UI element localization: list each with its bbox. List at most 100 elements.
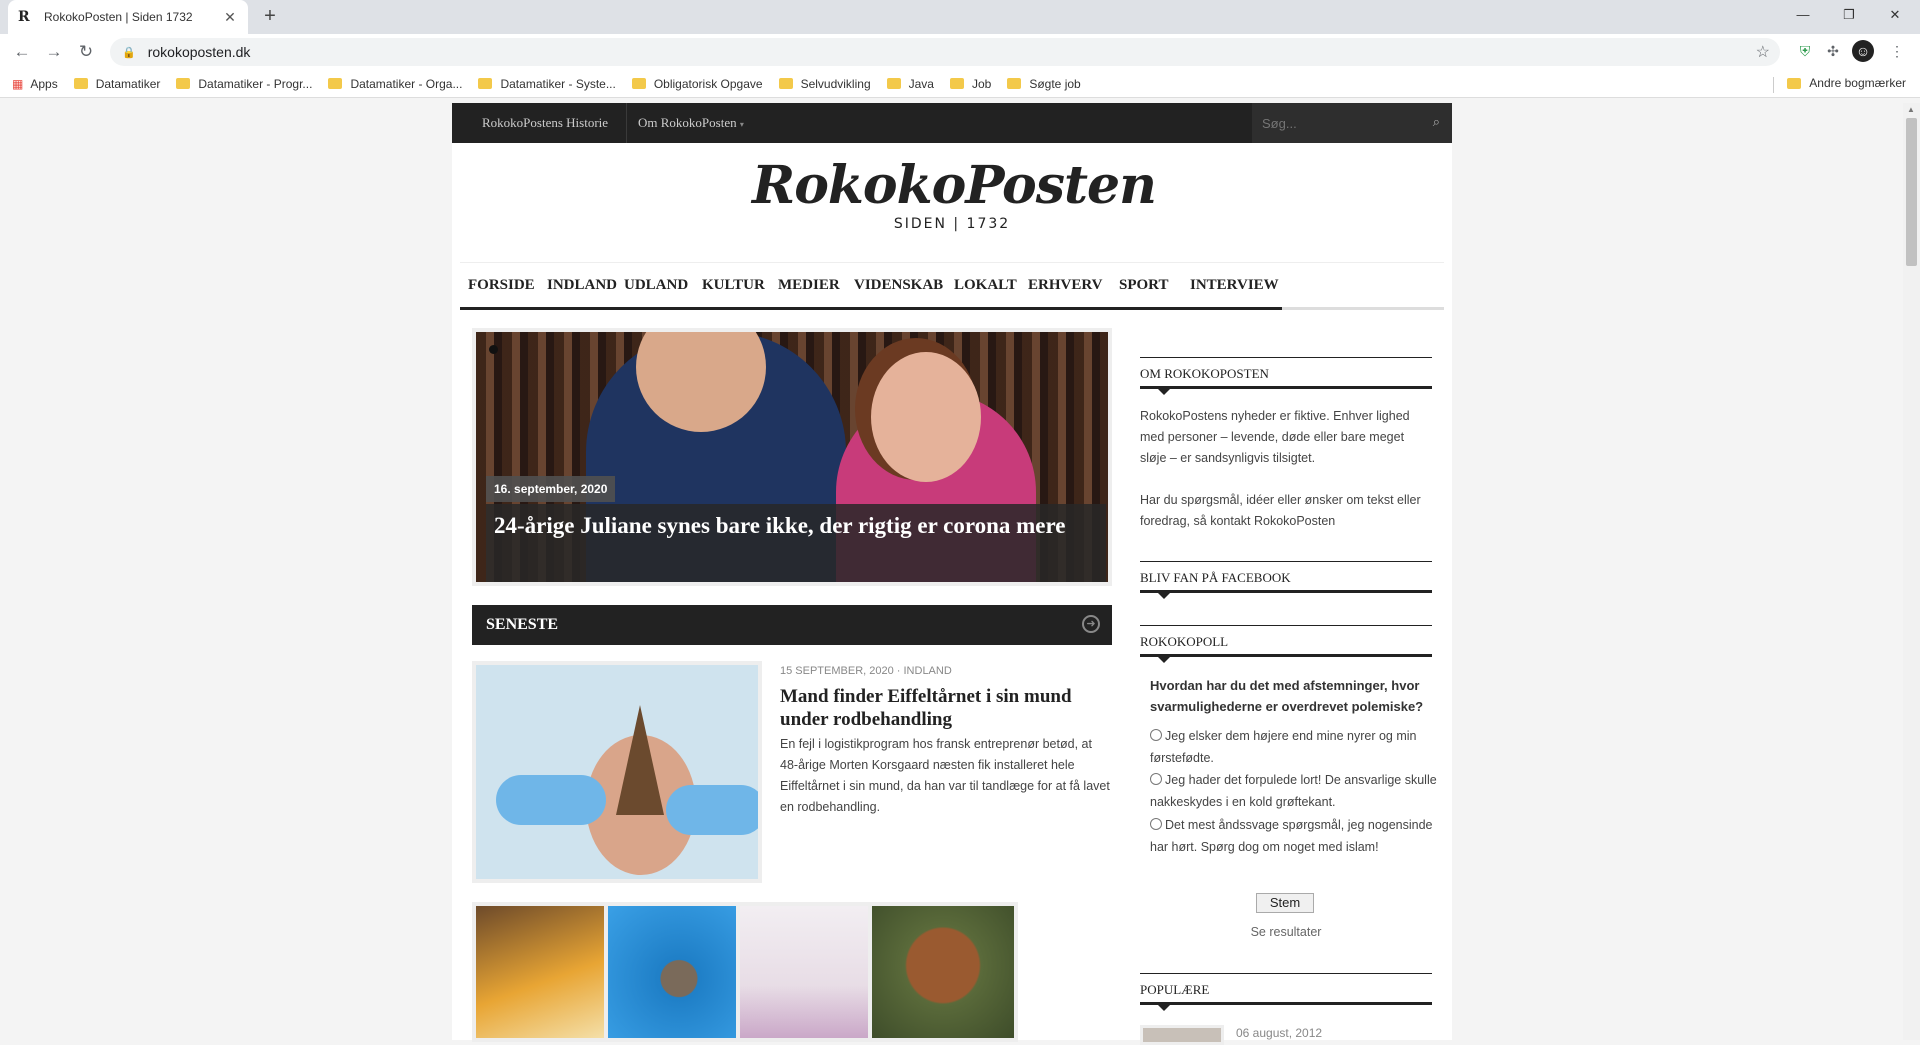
bookmark-item[interactable]: Obligatorisk Opgave [631,77,763,91]
logo-name: RokokoPosten [752,155,1157,216]
article-headline[interactable]: Mand finder Eiffeltårnet i sin mund unde… [780,685,1110,731]
bookmark-item[interactable]: Java [886,77,934,91]
bookmark-item[interactable]: Datamatiker - Syste... [478,77,616,91]
feature-date: 16. september, 2020 [486,476,616,502]
folder-icon [886,78,901,89]
apps-grid-icon: ▦ [12,76,23,91]
scroll-up-icon[interactable]: ▲ [1907,105,1915,114]
radio-button[interactable] [1150,729,1162,741]
nav-item-erhverv[interactable]: ERHVERV [1028,277,1102,294]
profile-avatar-icon[interactable]: ☺ [1852,40,1874,62]
reload-icon[interactable]: ↻ [70,36,102,68]
feature-image-person [871,352,981,482]
nav-item-videnskab[interactable]: VIDENSKAB [854,277,943,294]
history-link[interactable]: RokokoPostens Historie [482,103,608,143]
chevron-down-icon: ▾ [739,120,744,129]
radio-button[interactable] [1150,773,1162,785]
about-menu-link[interactable]: Om RokokoPosten ▾ [638,103,744,143]
sidebar-heading-facebook: BLIV FAN PÅ FACEBOOK [1140,561,1432,599]
folder-icon [949,78,964,89]
feature-caption[interactable]: 24-årige Juliane synes bare ikke, der ri… [486,504,1106,582]
minimize-icon[interactable]: — [1780,0,1826,30]
heading-notch [1158,593,1170,599]
lock-icon: 🔒 [122,46,136,59]
main-navigation: FORSIDE INDLAND UDLAND KULTUR MEDIER VID… [460,262,1444,310]
folder-icon [631,78,646,89]
article-thumbnail[interactable] [604,902,754,1042]
featured-slider[interactable]: 16. september, 2020 24-årige Juliane syn… [472,328,1112,586]
vote-button[interactable]: Stem [1256,893,1314,913]
arrow-right-icon[interactable]: ➜ [1082,615,1100,633]
nav-item-sport[interactable]: SPORT [1119,277,1168,294]
restore-icon[interactable]: ❐ [1826,0,1872,30]
poll-option[interactable]: Det mest åndssvage spørgsmål, jeg nogens… [1150,814,1440,858]
bookmark-star-icon[interactable]: ☆ [1756,42,1770,62]
folder-icon [1007,78,1022,89]
bookmark-item[interactable]: Datamatiker - Progr... [176,77,312,91]
folder-icon [73,78,88,89]
article-image[interactable] [472,661,762,883]
close-window-icon[interactable]: ✕ [1872,0,1918,30]
bookmark-item[interactable]: Datamatiker - Orga... [328,77,462,91]
address-bar[interactable]: 🔒 rokokoposten.dk ☆ [110,38,1780,66]
site-favicon-icon: R [18,9,30,25]
slider-dot[interactable] [489,345,498,354]
scrollbar-thumb[interactable] [1906,118,1917,266]
top-bar-divider [626,103,627,143]
article-thumbnail[interactable] [868,902,1018,1042]
extensions-puzzle-icon[interactable]: ✣ [1822,40,1844,62]
section-header-latest: SENESTE ➜ [472,605,1112,645]
section-title: SENESTE [486,616,559,633]
tab-title: RokokoPosten | Siden 1732 [44,10,193,24]
new-tab-button[interactable]: + [258,4,282,28]
nav-item-medier[interactable]: MEDIER [778,277,840,294]
image-glove [666,785,758,835]
bookmark-item[interactable]: Datamatiker [73,77,160,91]
heading-notch [1158,389,1170,395]
forward-icon[interactable]: → [38,36,70,68]
url-text: rokokoposten.dk [147,44,251,60]
contact-link[interactable]: kontakt RokokoPosten [1210,514,1335,528]
menu-kebab-icon[interactable]: ⋮ [1886,40,1908,62]
heading-notch [1158,1005,1170,1011]
back-icon[interactable]: ← [6,36,38,68]
folder-icon [778,78,793,89]
poll-option[interactable]: Jeg hader det forpulede lort! De ansvarl… [1150,769,1440,813]
folder-icon [478,78,493,89]
popular-thumbnail[interactable] [1140,1025,1224,1045]
sidebar-heading-about: OM ROKOKOPOSTEN [1140,357,1432,395]
site-top-bar: RokokoPostens Historie Om RokokoPosten ▾… [452,103,1452,143]
nav-item-indland[interactable]: INDLAND [547,277,617,294]
nav-item-forside[interactable]: FORSIDE [468,277,535,294]
bookmark-item[interactable]: Selvudvikling [778,77,871,91]
bookmark-item[interactable]: Søgte job [1007,77,1081,91]
feature-title: 24-årige Juliane synes bare ikke, der ri… [494,513,1066,538]
folder-icon [328,78,343,89]
about-text: RokokoPostens nyheder er fiktive. Enhver… [1140,409,1410,465]
search-icon[interactable]: ⌕ [1433,114,1440,130]
bookmark-apps[interactable]: ▦ Apps [12,77,58,91]
extension-shield-icon[interactable]: ⛨ [1794,40,1816,62]
nav-item-kultur[interactable]: KULTUR [702,277,765,294]
article-thumbnail[interactable] [736,902,886,1042]
browser-tab-strip: R RokokoPosten | Siden 1732 ✕ + — ❐ ✕ [0,0,1920,34]
close-tab-icon[interactable]: ✕ [222,9,238,26]
browser-tab[interactable]: R RokokoPosten | Siden 1732 ✕ [8,0,248,34]
radio-button[interactable] [1150,818,1162,830]
sidebar-heading-poll: ROKOKOPOLL [1140,625,1432,663]
logo-tagline: SIDEN | 1732 [893,216,1011,232]
poll-option[interactable]: Jeg elsker dem højere end mine nyrer og … [1150,725,1440,769]
bookmark-item[interactable]: Job [949,77,991,91]
search-input[interactable] [1262,113,1412,133]
see-results-link[interactable]: Se resultater [1140,925,1432,939]
nav-item-udland[interactable]: UDLAND [624,277,688,294]
nav-item-lokalt[interactable]: LOKALT [954,277,1017,294]
other-bookmarks[interactable]: Andre bogmærker [1787,76,1906,90]
page-scrollbar[interactable]: ▲ [1903,103,1920,1040]
nav-underline [460,307,1282,310]
site-logo[interactable]: RokokoPosten SIDEN | 1732 [752,155,1157,251]
folder-icon [176,78,191,89]
article-thumbnail[interactable] [472,902,622,1042]
heading-notch [1158,657,1170,663]
nav-item-interview[interactable]: INTERVIEW [1190,277,1279,294]
